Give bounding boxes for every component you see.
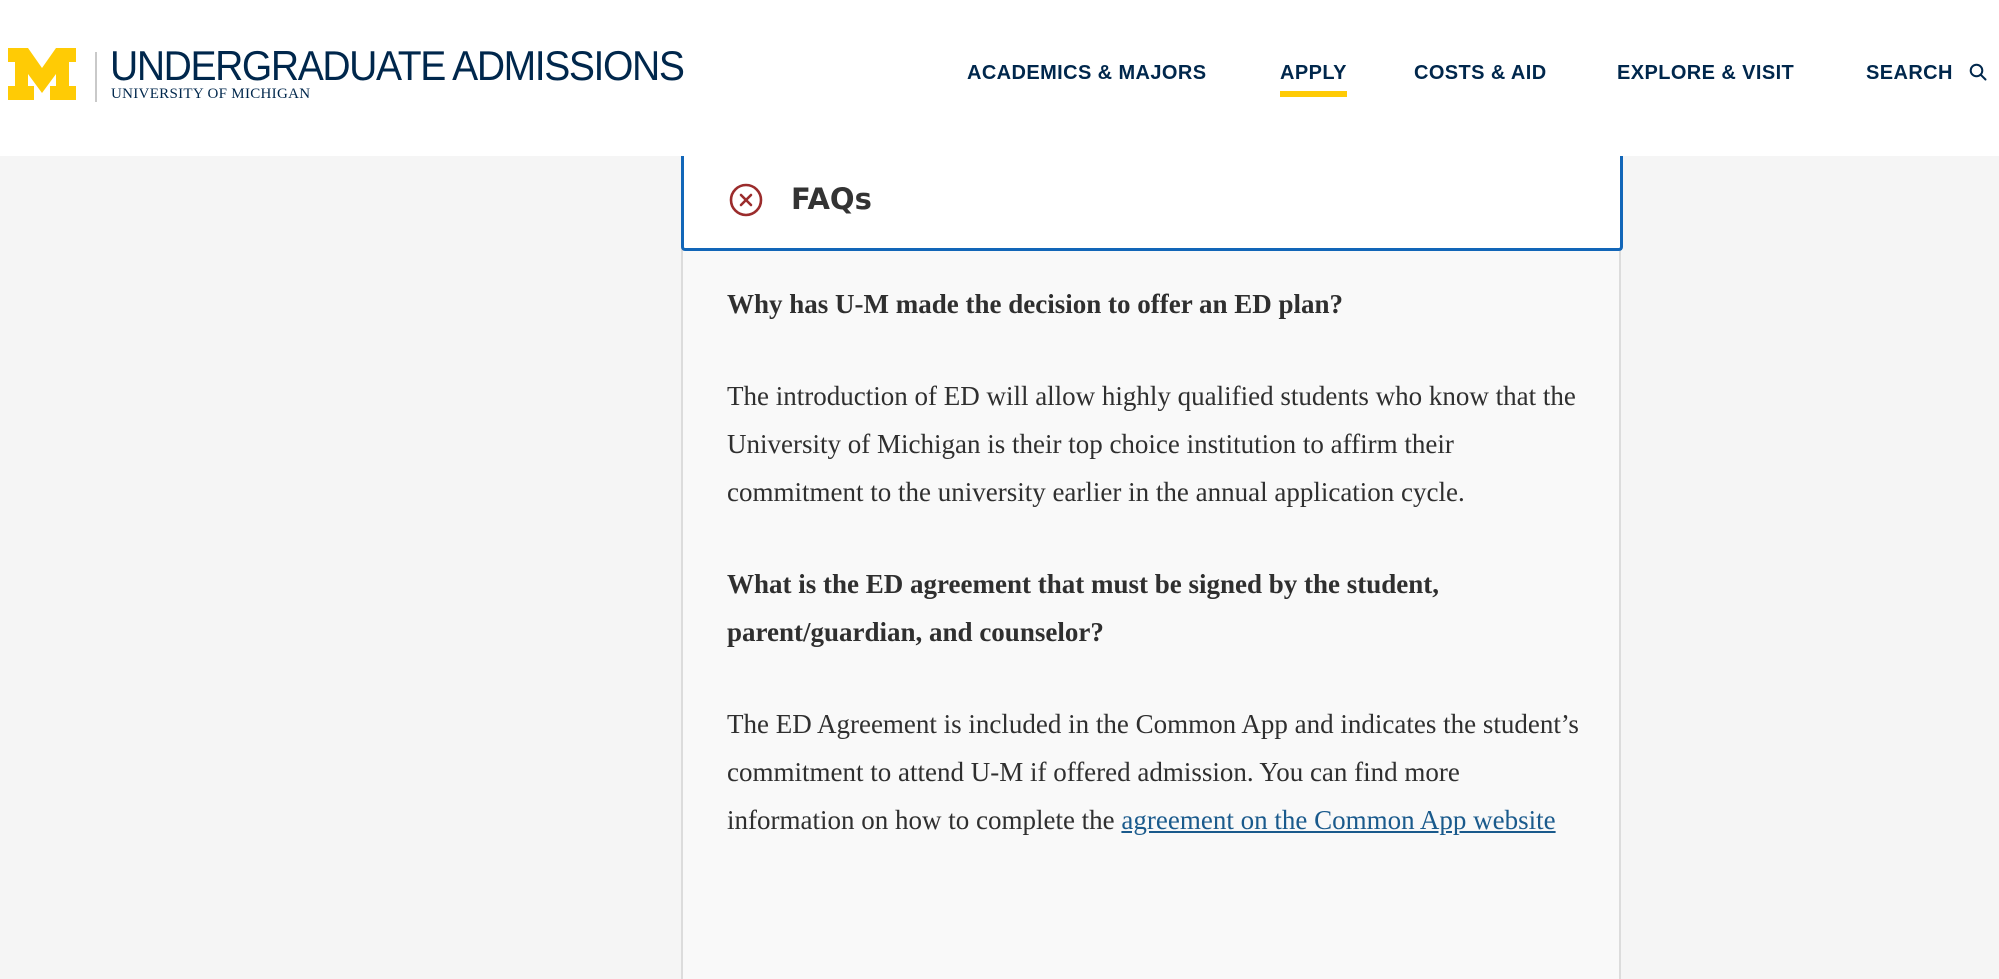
- nav-item-costs-aid[interactable]: COSTS & AID: [1414, 62, 1547, 85]
- nav-search-label: SEARCH: [1866, 62, 1953, 84]
- search-icon: [1969, 63, 1987, 81]
- faq-question: What is the ED agreement that must be si…: [727, 569, 1440, 647]
- faq-answer: The introduction of ED will allow highly…: [727, 381, 1576, 507]
- faq-title: FAQs: [791, 182, 872, 216]
- main-nav: ACADEMICS & MAJORS APPLY COSTS & AID EXP…: [0, 62, 1999, 97]
- faq-answer: The ED Agreement is included in the Comm…: [727, 700, 1587, 844]
- close-circle-icon[interactable]: [729, 183, 763, 217]
- faq-content: Why has U-M made the decision to offer a…: [727, 280, 1587, 888]
- faq-question: Why has U-M made the decision to offer a…: [727, 289, 1344, 319]
- nav-item-academics[interactable]: ACADEMICS & MAJORS: [967, 62, 1206, 85]
- nav-item-explore-visit[interactable]: EXPLORE & VISIT: [1617, 62, 1794, 85]
- nav-item-apply[interactable]: APPLY: [1280, 62, 1347, 97]
- nav-search-button[interactable]: SEARCH: [1866, 62, 1987, 85]
- site-header: UNDERGRADUATE ADMISSIONS UNIVERSITY OF M…: [0, 0, 1999, 156]
- common-app-agreement-link[interactable]: agreement on the Common App website: [1121, 805, 1555, 835]
